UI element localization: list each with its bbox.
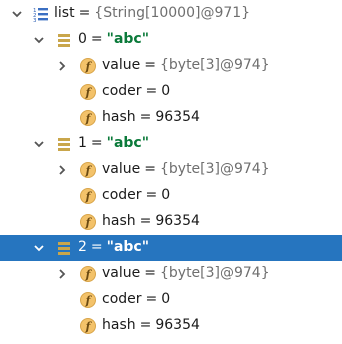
field-value: 96354: [155, 317, 200, 333]
field-label: hash = 96354: [102, 109, 200, 125]
field-value: 96354: [155, 109, 200, 125]
field-icon: f: [79, 213, 97, 231]
chevron-right-icon[interactable]: [55, 267, 69, 281]
field-value: 96354: [155, 213, 200, 229]
field-label: coder = 0: [102, 291, 170, 307]
tree-row-item-2-label: 2 = "abc": [78, 239, 149, 255]
equals-sign: =: [139, 109, 152, 125]
field-label: value = {byte[3]@974}: [102, 161, 270, 177]
field-icon: f: [79, 57, 97, 75]
tree-row-field-hash[interactable]: f hash = 96354: [0, 313, 342, 339]
variable-value: {String[10000]@971}: [94, 5, 251, 21]
field-name: value: [102, 57, 141, 73]
field-value: {byte[3]@974}: [159, 265, 270, 281]
debugger-variables-tree: 1 2 3 list = {String[10000]@971} 0 = "ab…: [0, 0, 342, 344]
field-name: value: [102, 265, 141, 281]
chevron-down-icon[interactable]: [32, 137, 46, 151]
tree-row-field-value[interactable]: f value = {byte[3]@974}: [0, 261, 342, 287]
array-element-icon: [55, 135, 73, 153]
field-name: hash: [102, 109, 136, 125]
field-value: 0: [161, 83, 171, 99]
field-value: {byte[3]@974}: [159, 57, 270, 73]
tree-row-field-coder[interactable]: f coder = 0: [0, 287, 342, 313]
chevron-right-icon[interactable]: [55, 163, 69, 177]
tree-row-item-0-label: 0 = "abc": [78, 31, 149, 47]
list-array-icon: 1 2 3: [32, 5, 50, 23]
field-name: coder: [102, 291, 142, 307]
equals-sign: =: [145, 187, 158, 203]
string-value: "abc": [106, 31, 150, 47]
tree-row-field-value[interactable]: f value = {byte[3]@974}: [0, 53, 342, 79]
tree-row-item-1-label: 1 = "abc": [78, 135, 149, 151]
element-index: 1: [78, 135, 87, 151]
field-icon: f: [79, 187, 97, 205]
element-index: 2: [78, 239, 87, 255]
variable-name: list: [54, 5, 75, 21]
tree-row-item-1[interactable]: 1 = "abc": [0, 131, 342, 157]
tree-row-field-hash[interactable]: f hash = 96354: [0, 209, 342, 235]
equals-sign: =: [90, 31, 103, 47]
chevron-down-icon[interactable]: [10, 7, 24, 21]
field-icon: f: [79, 83, 97, 101]
tree-row-list[interactable]: 1 2 3 list = {String[10000]@971}: [0, 1, 342, 27]
field-icon: f: [79, 109, 97, 127]
tree-row-item-0[interactable]: 0 = "abc": [0, 27, 342, 53]
field-label: hash = 96354: [102, 317, 200, 333]
field-label: value = {byte[3]@974}: [102, 57, 270, 73]
field-label: coder = 0: [102, 187, 170, 203]
field-name: coder: [102, 187, 142, 203]
chevron-down-icon[interactable]: [32, 241, 46, 255]
equals-sign: =: [139, 317, 152, 333]
field-value: 0: [161, 291, 171, 307]
tree-row-item-2[interactable]: 2 = "abc": [0, 235, 342, 261]
field-icon: f: [79, 265, 97, 283]
equals-sign: =: [144, 161, 156, 177]
field-label: hash = 96354: [102, 213, 200, 229]
chevron-right-icon[interactable]: [55, 59, 69, 73]
tree-row-list-label: list = {String[10000]@971}: [54, 5, 250, 21]
string-value: "abc": [106, 135, 150, 151]
field-value: 0: [161, 187, 171, 203]
array-element-icon: [55, 239, 73, 257]
field-icon: f: [79, 161, 97, 179]
field-name: hash: [102, 317, 136, 333]
tree-row-field-hash[interactable]: f hash = 96354: [0, 105, 342, 131]
equals-sign: =: [78, 5, 91, 21]
chevron-down-icon[interactable]: [32, 33, 46, 47]
element-index: 0: [78, 31, 87, 47]
field-name: coder: [102, 83, 142, 99]
equals-sign: =: [139, 213, 152, 229]
equals-sign: =: [144, 57, 156, 73]
field-name: hash: [102, 213, 136, 229]
field-label: value = {byte[3]@974}: [102, 265, 270, 281]
equals-sign: =: [90, 135, 103, 151]
tree-row-field-coder[interactable]: f coder = 0: [0, 183, 342, 209]
tree-row-field-coder[interactable]: f coder = 0: [0, 79, 342, 105]
equals-sign: =: [145, 291, 158, 307]
tree-row-field-value[interactable]: f value = {byte[3]@974}: [0, 157, 342, 183]
array-element-icon: [55, 31, 73, 49]
field-label: coder = 0: [102, 83, 170, 99]
field-icon: f: [79, 291, 97, 309]
field-name: value: [102, 161, 141, 177]
string-value: "abc": [106, 239, 150, 255]
field-icon: f: [79, 317, 97, 335]
svg-text:3: 3: [33, 18, 37, 22]
equals-sign: =: [145, 83, 158, 99]
field-value: {byte[3]@974}: [159, 161, 270, 177]
equals-sign: =: [144, 265, 156, 281]
equals-sign: =: [90, 239, 103, 255]
